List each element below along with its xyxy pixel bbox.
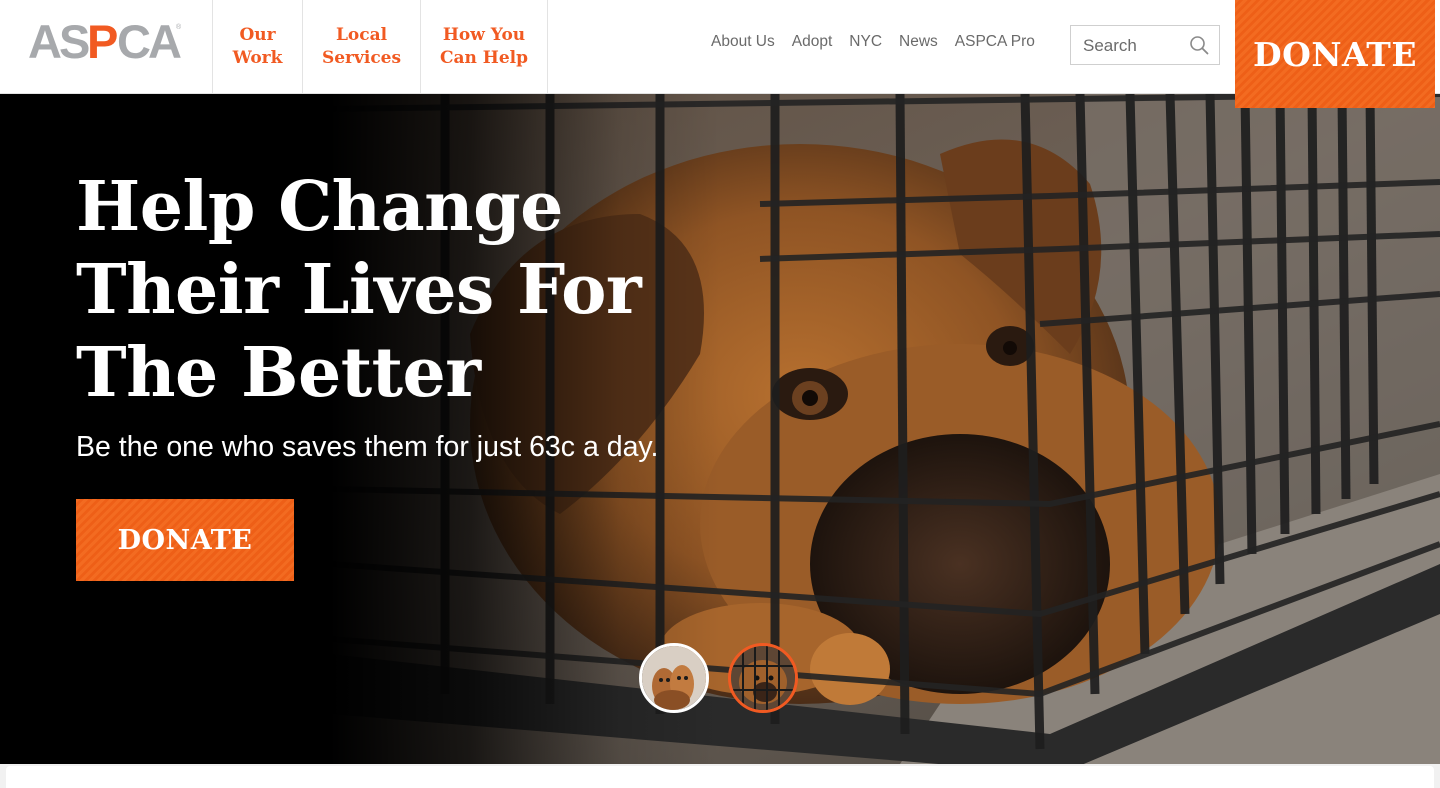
util-link-adopt[interactable]: Adopt <box>792 33 833 51</box>
slide-thumbnail-1[interactable] <box>639 643 709 713</box>
header-donate-button[interactable]: DONATE <box>1235 0 1435 108</box>
aspca-logo[interactable]: AS P CA ® <box>28 16 186 66</box>
hero-donate-button[interactable]: DONATE <box>76 499 294 581</box>
svg-text:P: P <box>87 16 118 66</box>
main-nav: Our Work Local Services How You Can Help <box>212 0 548 93</box>
site-header: AS P CA ® Our Work Local Services How Yo… <box>0 0 1440 94</box>
nav-local-services[interactable]: Local Services <box>302 0 420 93</box>
util-link-nyc[interactable]: NYC <box>849 33 882 51</box>
util-link-aspca-pro[interactable]: ASPCA Pro <box>955 33 1035 51</box>
svg-text:CA: CA <box>117 16 181 66</box>
content-card-edge <box>6 766 1434 788</box>
hero-banner: Help Change Their Lives For The Better B… <box>0 94 1440 764</box>
search-input[interactable] <box>1081 34 1185 58</box>
svg-text:AS: AS <box>28 16 89 66</box>
dogs-group-thumbnail <box>642 646 706 710</box>
hero-subtitle: Be the one who saves them for just 63c a… <box>76 431 659 463</box>
svg-text:®: ® <box>176 23 182 31</box>
logo-wordmark: AS P CA ® <box>28 16 184 66</box>
caged-dog-thumbnail <box>731 646 795 710</box>
slide-thumbnail-2[interactable] <box>728 643 798 713</box>
nav-how-you-can-help[interactable]: How You Can Help <box>420 0 548 93</box>
util-link-about-us[interactable]: About Us <box>711 33 775 51</box>
util-link-news[interactable]: News <box>899 33 938 51</box>
search-box <box>1070 25 1220 65</box>
utility-nav: About Us Adopt NYC News ASPCA Pro <box>711 33 1035 51</box>
search-icon[interactable] <box>1189 35 1209 60</box>
nav-our-work[interactable]: Our Work <box>212 0 302 93</box>
hero-title: Help Change Their Lives For The Better <box>76 167 642 413</box>
